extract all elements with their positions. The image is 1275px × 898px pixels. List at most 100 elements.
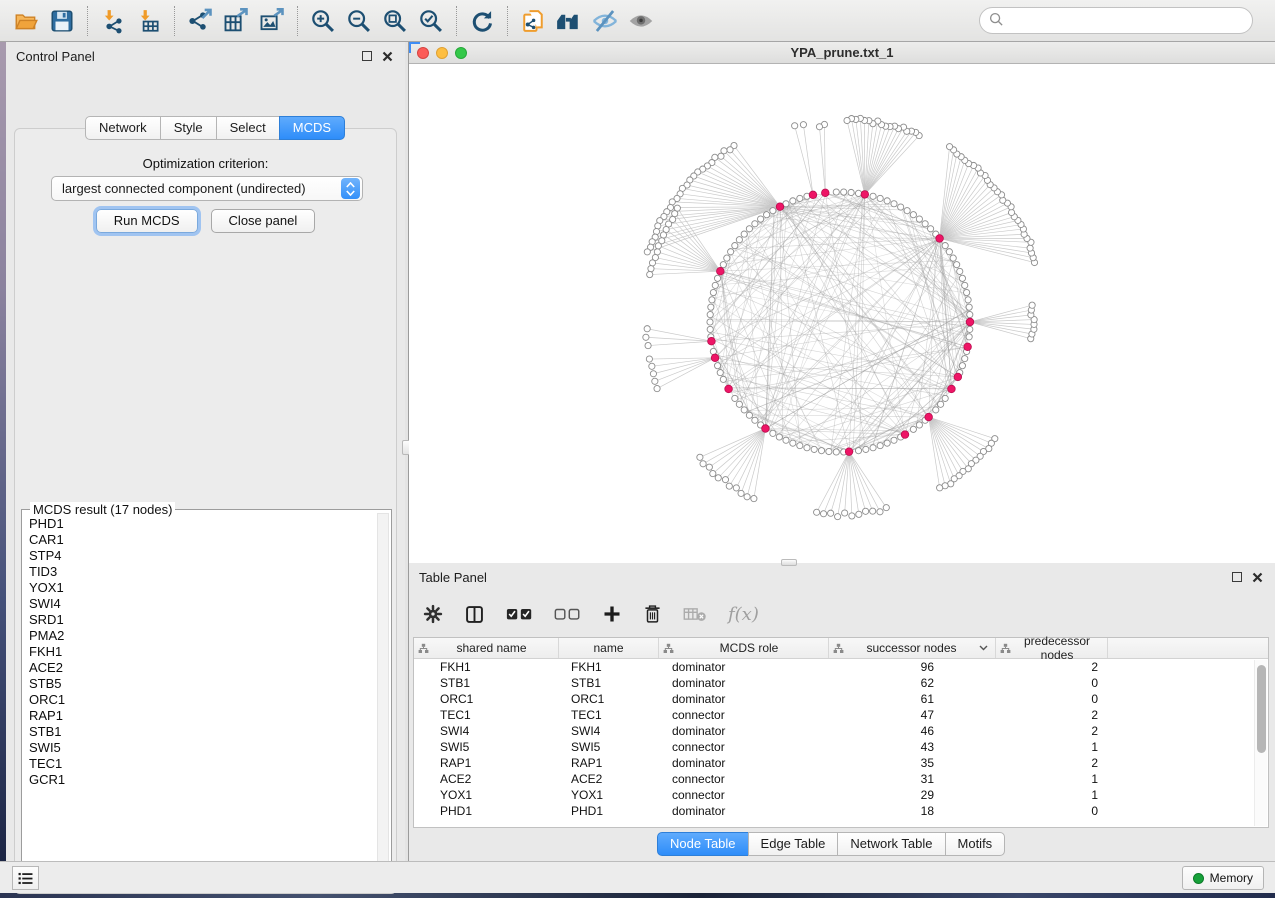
mcds-result-item[interactable]: PMA2 [29,628,375,644]
control-panel-title: Control Panel [16,49,95,64]
copy-network-icon[interactable] [515,4,551,38]
import-network-icon[interactable] [95,4,131,38]
search-box[interactable] [979,7,1253,34]
mcds-result-item[interactable]: SWI4 [29,596,375,612]
refresh-icon[interactable] [464,4,500,38]
close-panel-icon[interactable] [382,51,393,62]
mcds-result-item[interactable]: CAR1 [29,532,375,548]
mcds-result-item[interactable]: GCR1 [29,772,375,788]
table-panel: Table Panel f(x) shared name name [409,563,1275,861]
network-window-titlebar[interactable]: YPA_prune.txt_1 [409,42,1275,64]
close-panel-button[interactable]: Close panel [211,209,316,233]
add-icon[interactable] [602,604,622,624]
table-row[interactable]: YOX1YOX1connector291 [414,787,1254,803]
hide-selected-icon[interactable] [587,4,623,38]
float-window-icon[interactable] [1232,572,1242,582]
mcds-result-item[interactable]: RAP1 [29,708,375,724]
mcds-result-item[interactable]: PHD1 [29,516,375,532]
tab-edge-table[interactable]: Edge Table [748,832,839,856]
node-table: shared name name MCDS role successor nod… [413,637,1269,828]
tab-style[interactable]: Style [160,116,217,140]
open-folder-icon[interactable] [8,4,44,38]
mcds-tab-content: Optimization criterion: largest connecte… [14,128,397,894]
search-input[interactable] [1010,13,1243,28]
table-cell: 0 [996,676,1108,690]
mcds-result-list[interactable]: PHD1CAR1STP4TID3YOX1SWI4SRD1PMA2FKH1ACE2… [24,516,375,877]
function-builder-icon: f(x) [728,604,759,625]
zoom-fit-icon[interactable] [377,4,413,38]
column-header-mcds-role[interactable]: MCDS role [659,638,829,658]
table-row[interactable]: PHD1PHD1dominator180 [414,803,1254,819]
table-row[interactable]: ACE2ACE2connector311 [414,771,1254,787]
export-network-icon[interactable] [182,4,218,38]
table-row[interactable]: ORC1ORC1dominator610 [414,691,1254,707]
tab-node-table[interactable]: Node Table [657,832,749,856]
column-header-predecessor-nodes[interactable]: predecessor nodes [996,638,1108,658]
show-all-icon[interactable] [623,4,659,38]
table-row[interactable]: SWI4SWI4dominator462 [414,723,1254,739]
criterion-dropdown[interactable]: largest connected component (undirected) [51,176,363,201]
select-all-checkboxes-icon[interactable] [506,606,533,622]
mcds-result-item[interactable]: ACE2 [29,660,375,676]
tab-network[interactable]: Network [85,116,161,140]
mcds-result-item[interactable]: STB5 [29,676,375,692]
table-row[interactable]: STB1STB1dominator620 [414,675,1254,691]
first-neighbors-icon[interactable] [551,4,587,38]
tab-network-table[interactable]: Network Table [837,832,945,856]
table-cell: 2 [996,756,1108,770]
column-header-shared-name[interactable]: shared name [414,638,559,658]
tab-mcds[interactable]: MCDS [279,116,345,140]
mcds-result-item[interactable]: STP4 [29,548,375,564]
mcds-result-item[interactable]: FKH1 [29,644,375,660]
table-scrollbar[interactable] [1254,660,1267,826]
network-canvas[interactable] [409,64,1275,562]
save-icon[interactable] [44,4,80,38]
status-bar: Memory [0,861,1275,893]
table-cell: ORC1 [559,692,659,706]
mcds-result-item[interactable]: TEC1 [29,756,375,772]
scrollbar-thumb[interactable] [1257,665,1266,753]
mcds-result-item[interactable]: TID3 [29,564,375,580]
close-panel-icon[interactable] [1252,572,1263,583]
mcds-result-item[interactable]: STB1 [29,724,375,740]
task-history-button[interactable] [12,866,39,890]
column-header-name[interactable]: name [559,638,659,658]
zoom-in-icon[interactable] [305,4,341,38]
table-row[interactable]: RAP1RAP1dominator352 [414,755,1254,771]
run-mcds-button[interactable]: Run MCDS [96,209,198,233]
export-image-icon[interactable] [254,4,290,38]
zoom-out-icon[interactable] [341,4,377,38]
mcds-result-item[interactable]: YOX1 [29,580,375,596]
column-header-successor-nodes[interactable]: successor nodes [829,638,996,658]
table-cell: 2 [996,708,1108,722]
split-columns-icon[interactable] [464,604,485,625]
delete-icon[interactable] [643,604,662,624]
memory-button[interactable]: Memory [1182,866,1264,890]
mcds-result-item[interactable]: ORC1 [29,692,375,708]
memory-label: Memory [1210,871,1253,885]
table-cell: 18 [829,804,996,818]
table-cell: FKH1 [414,660,559,674]
table-row[interactable]: SWI5SWI5connector431 [414,739,1254,755]
table-cell: SWI4 [414,724,559,738]
dropdown-stepper-icon [341,178,360,199]
float-window-icon[interactable] [362,51,372,61]
deselect-checkboxes-icon[interactable] [554,606,581,622]
import-table-icon[interactable] [131,4,167,38]
table-row[interactable]: TEC1TEC1connector472 [414,707,1254,723]
gear-icon[interactable] [423,604,443,624]
table-cell: ACE2 [559,772,659,786]
mcds-result-item[interactable]: SRD1 [29,612,375,628]
table-cell: dominator [659,756,829,770]
table-cell: ACE2 [414,772,559,786]
tab-motifs[interactable]: Motifs [945,832,1006,856]
table-row[interactable]: FKH1FKH1dominator962 [414,659,1254,675]
table-cell: SWI5 [414,740,559,754]
export-table-icon[interactable] [218,4,254,38]
mcds-list-scrollbar[interactable] [377,513,389,877]
tab-select[interactable]: Select [216,116,280,140]
toolbar-divider [507,6,508,36]
mcds-result-item[interactable]: SWI5 [29,740,375,756]
horizontal-splitter-grip[interactable] [781,559,797,566]
zoom-selected-icon[interactable] [413,4,449,38]
